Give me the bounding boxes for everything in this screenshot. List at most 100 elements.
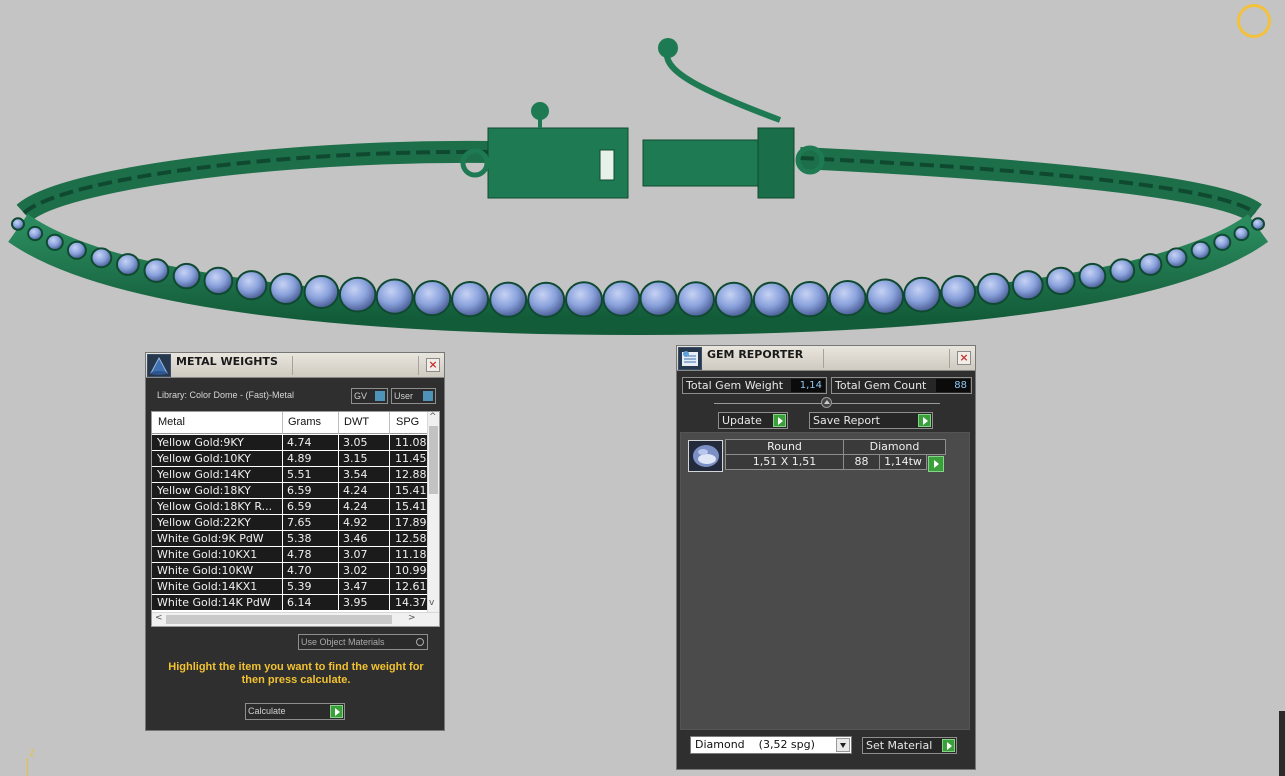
cell-dwt: 3.95 [343,596,368,609]
cell-spg: 12.61 [395,580,427,593]
latch-ball [658,38,678,58]
cell-dwt: 3.46 [343,532,368,545]
gem-stone [90,247,113,269]
calculate-button[interactable]: Calculate [245,703,345,720]
table-row[interactable]: White Gold:14KX1 5.39 3.47 12.61 [152,579,428,595]
gem-stone [375,278,414,315]
cell-spg: 15.41 [395,484,427,497]
gem-stone [235,270,268,301]
cell-metal: Yellow Gold:22KY [157,516,251,529]
gem-stone [976,272,1011,305]
z-axis-label: Z [29,749,35,759]
gem-stone [866,278,905,315]
cell-grams: 7.65 [287,516,312,529]
table-row[interactable]: Yellow Gold:18KY 6.59 4.24 15.41 [152,483,428,499]
gem-stone [828,280,867,317]
gem-reporter-titlebar[interactable]: GEM REPORTER × [677,346,975,371]
cell-spg: 15.41 [395,500,427,513]
toggle-icon [423,391,433,401]
cell-metal: Yellow Gold:14KY [157,468,251,481]
gem-stone [1138,253,1163,276]
cell-spg: 11.18 [395,548,427,561]
column-header-spg[interactable]: SPG [396,416,419,428]
gem-stone [303,275,340,309]
gem-stone [1011,270,1044,301]
table-row[interactable]: White Gold:14K PdW 6.14 3.95 14.37 [152,595,428,611]
scroll-left-icon: < [155,613,163,623]
close-icon[interactable]: × [426,358,440,372]
vertical-scrollbar[interactable]: ^ v [427,412,439,612]
table-row[interactable]: Yellow Gold:10KY 4.89 3.15 11.45 [152,451,428,467]
total-gem-weight-value: 1,14 [791,379,825,392]
table-row[interactable]: Yellow Gold:18KY R... 6.59 4.24 15.41 [152,499,428,515]
gem-size: 1,51 X 1,51 [725,454,844,470]
cell-spg: 11.45 [395,452,427,465]
instruction-text: Highlight the item you want to find the … [168,661,424,686]
cell-grams: 5.38 [287,532,312,545]
table-row[interactable]: White Gold:10KW 4.70 3.02 10.99 [152,563,428,579]
round-gem-icon[interactable] [688,440,723,472]
update-button[interactable]: Update [718,412,788,429]
gem-stone [565,281,603,318]
gem-stone [413,280,452,317]
library-label: Library: Color Dome - (Fast)-Metal [157,390,295,400]
gem-list-area: Round Diamond 1,51 X 1,51 88 1,14tw [680,432,970,730]
gem-stone [677,281,715,318]
view-cube-gizmo[interactable] [1237,4,1271,38]
table-row[interactable]: Yellow Gold:22KY 7.65 4.92 17.89 [152,515,428,531]
collapse-icon[interactable] [821,397,832,408]
material-select[interactable]: Diamond (3,52 spg) [690,736,852,754]
cell-spg: 10.99 [395,564,427,577]
table-body: Yellow Gold:9KY 4.74 3.05 11.08 Yellow Gold:… [152,435,428,611]
metal-weights-panel: METAL WEIGHTS × Library: Color Dome - (F… [145,352,445,731]
gem-stone [639,280,678,317]
save-report-button[interactable]: Save Report [809,412,933,429]
cell-dwt: 3.47 [343,580,368,593]
edge-panel-strip [1279,711,1285,776]
column-header-dwt[interactable]: DWT [344,416,369,428]
cell-metal: Yellow Gold:9KY [157,436,244,449]
gem-stone [27,225,44,242]
cell-grams: 6.14 [287,596,312,609]
table-row[interactable]: Yellow Gold:9KY 4.74 3.05 11.08 [152,435,428,451]
column-header-metal[interactable]: Metal [158,416,185,428]
cell-spg: 12.58 [395,532,427,545]
gem-stone [1190,240,1211,260]
gem-reporter-app-icon [678,347,702,370]
cell-dwt: 4.24 [343,484,368,497]
cell-metal: Yellow Gold:18KY [157,484,251,497]
set-material-button[interactable]: Set Material [862,737,957,754]
cell-grams: 4.89 [287,452,312,465]
user-toggle[interactable]: User [391,388,436,404]
gem-stone [45,233,64,251]
column-header-grams[interactable]: Grams [288,416,321,428]
cell-grams: 4.70 [287,564,312,577]
table-row[interactable]: Yellow Gold:14KY 5.51 3.54 12.88 [152,467,428,483]
gem-stone [203,266,234,296]
gem-weight: 1,14tw [879,454,927,470]
use-object-materials-toggle[interactable]: Use Object Materials [298,634,428,650]
metal-weights-titlebar[interactable]: METAL WEIGHTS × [146,353,444,378]
gv-toggle[interactable]: GV [351,388,388,404]
gem-stone [143,258,170,283]
bracelet-render [8,38,1269,336]
close-icon[interactable]: × [957,351,971,365]
gem-detail-arrow-icon[interactable] [928,456,944,472]
cell-grams: 5.51 [287,468,312,481]
cell-grams: 4.74 [287,436,312,449]
cell-dwt: 3.05 [343,436,368,449]
cell-dwt: 3.54 [343,468,368,481]
play-arrow-icon [918,414,931,427]
gem-stone [1109,258,1136,283]
table-row[interactable]: White Gold:9K PdW 5.38 3.46 12.58 [152,531,428,547]
scroll-thumb [429,426,438,494]
metal-weights-title: METAL WEIGHTS [176,355,278,368]
gem-shape: Round [725,439,844,455]
clasp-ball [531,102,549,120]
cell-dwt: 3.02 [343,564,368,577]
gem-stone [602,280,641,317]
cell-grams: 6.59 [287,500,312,513]
safety-latch [664,48,782,123]
horizontal-scrollbar[interactable]: < > [152,612,439,626]
table-row[interactable]: White Gold:10KX1 4.78 3.07 11.18 [152,547,428,563]
